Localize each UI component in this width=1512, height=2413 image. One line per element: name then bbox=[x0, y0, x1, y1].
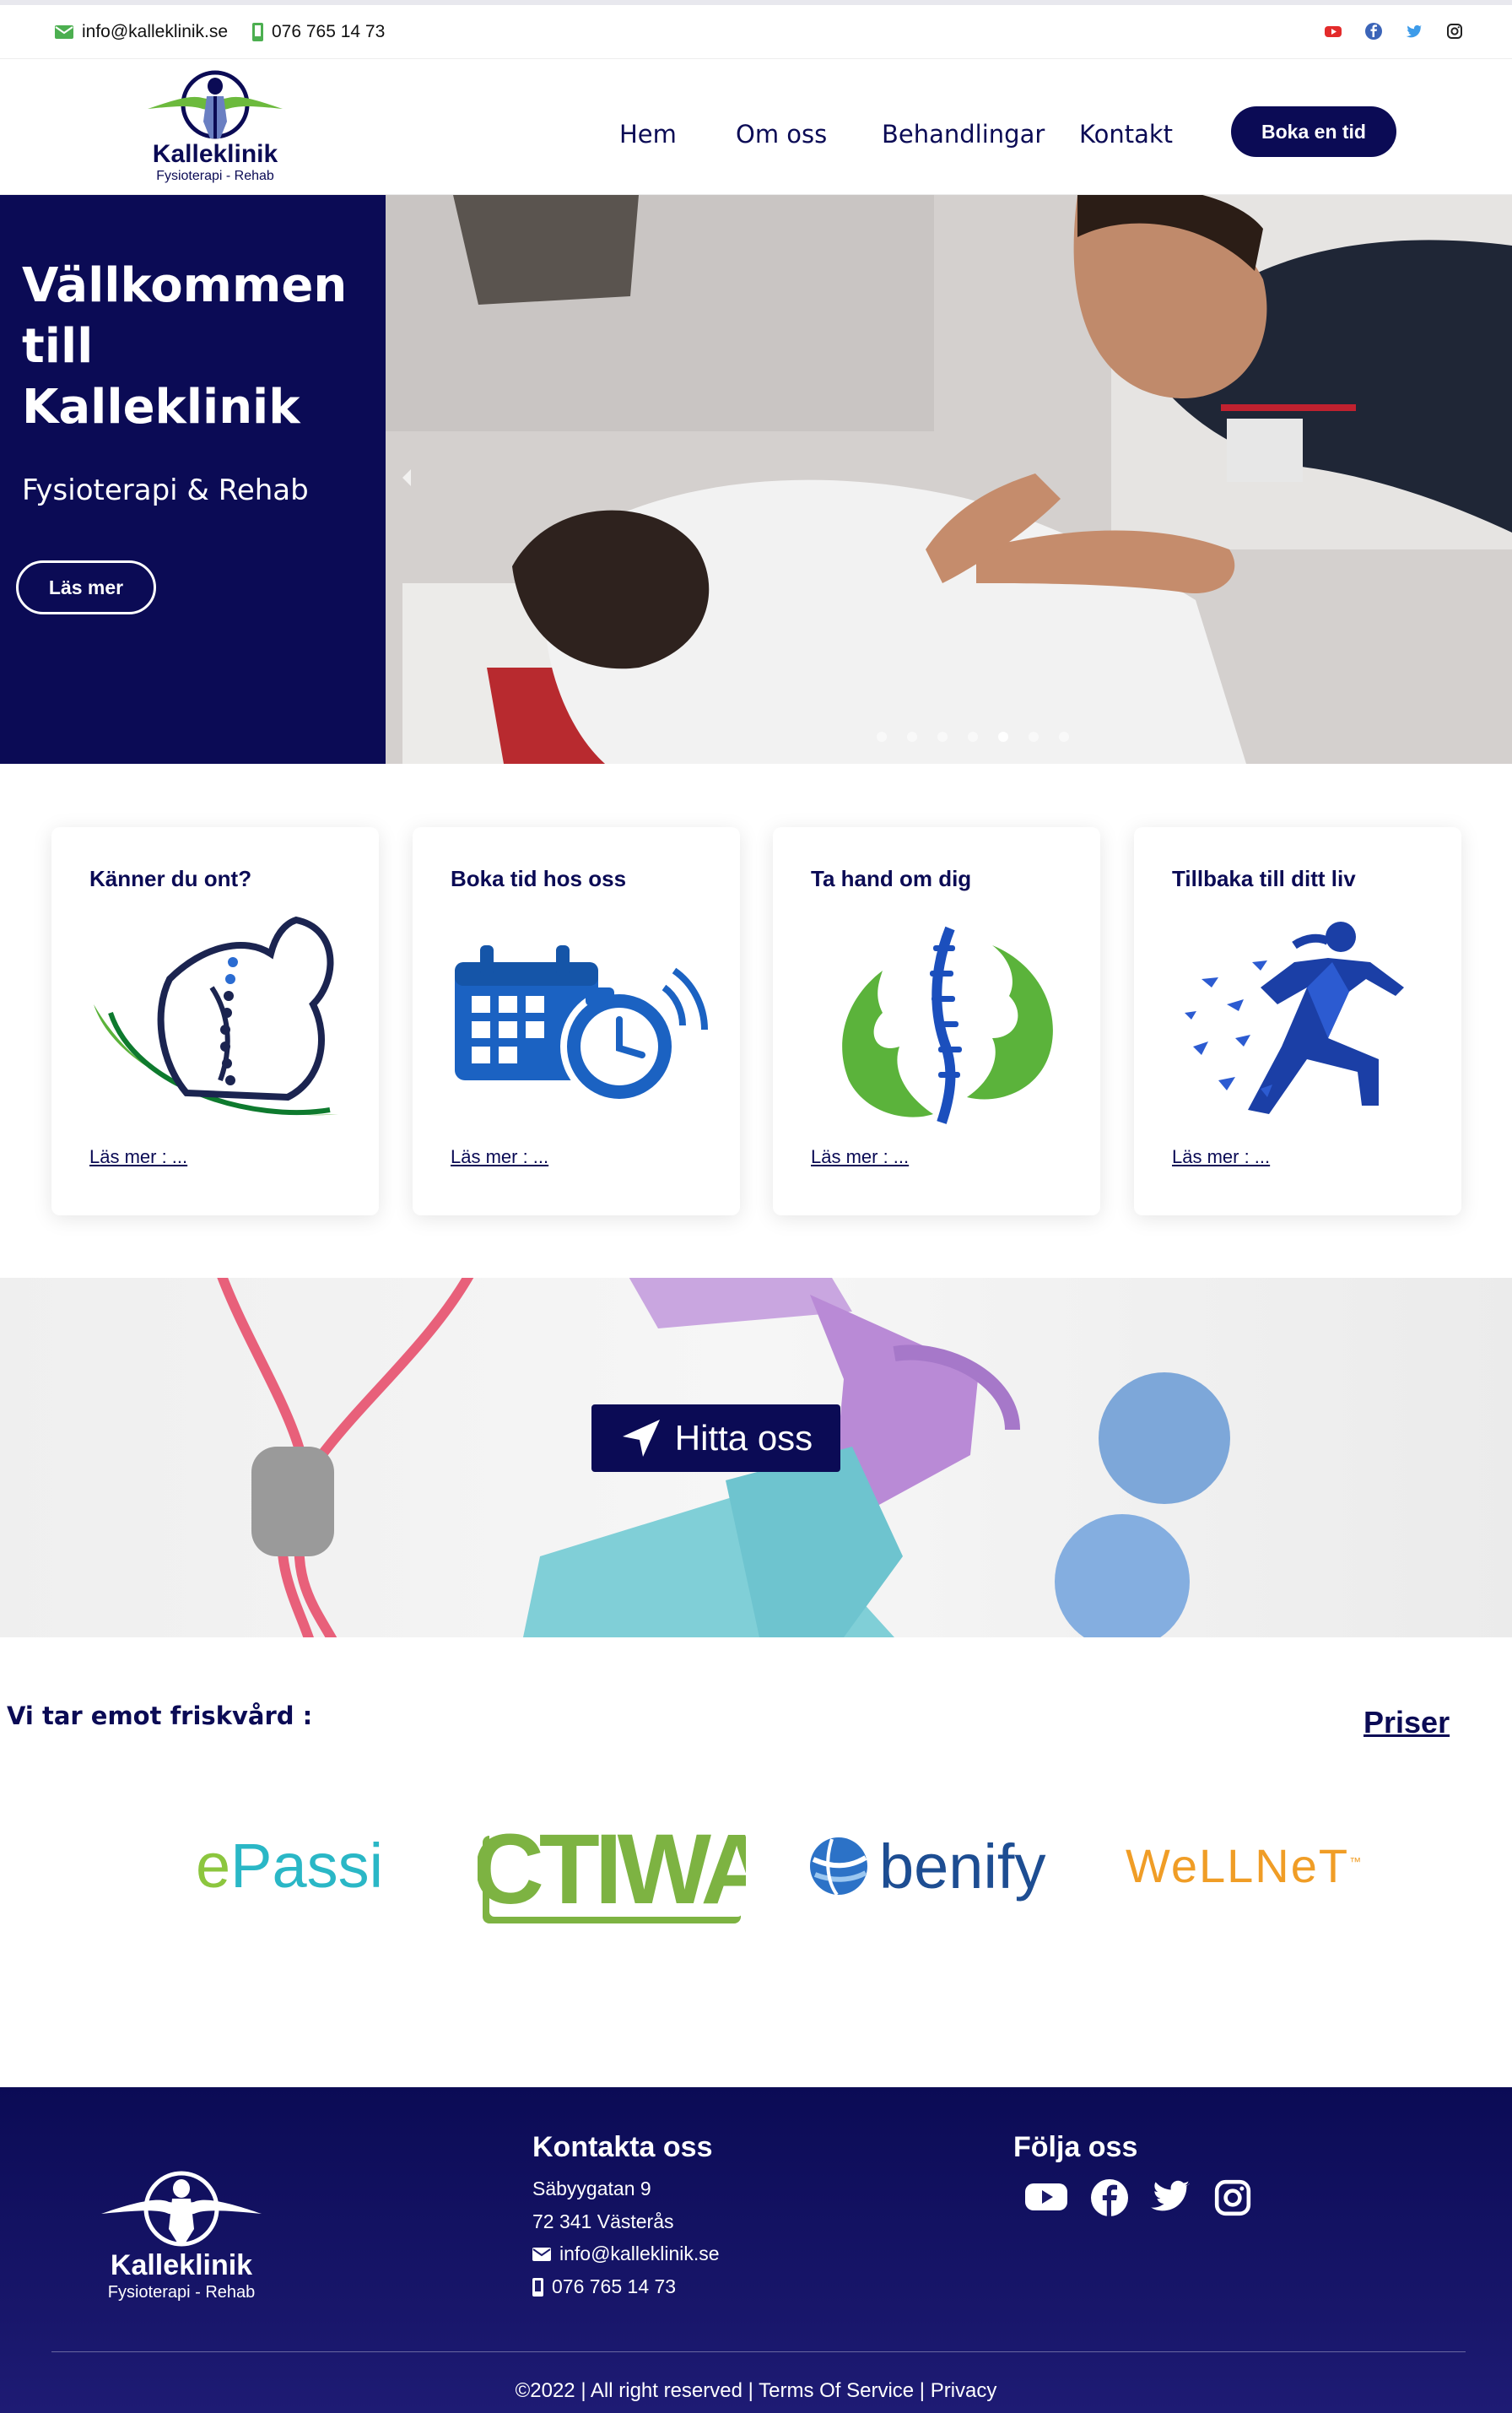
card-back-to-life[interactable]: Tillbaka till ditt liv Läs mer : ... bbox=[1134, 827, 1461, 1215]
hero-title: Vällkommen till Kalleklinik bbox=[22, 258, 348, 435]
instagram-icon[interactable] bbox=[1213, 2178, 1252, 2217]
footer-contact-heading: Kontakta oss bbox=[532, 2131, 713, 2163]
topbar-email[interactable]: info@kalleklinik.se bbox=[55, 22, 228, 42]
hands-spine-icon bbox=[842, 926, 1053, 1124]
footer-logo[interactable]: Kalleklinik Fysioterapi - Rehab bbox=[84, 2148, 278, 2317]
mobile-phone-icon bbox=[532, 2277, 543, 2297]
slider-dot[interactable] bbox=[877, 732, 887, 742]
logo-tagline: Fysioterapi - Rehab bbox=[156, 169, 274, 183]
slider-dot[interactable] bbox=[1059, 732, 1069, 742]
footer-logo-mark-icon bbox=[101, 2171, 262, 2247]
envelope-icon bbox=[55, 25, 73, 39]
hero-text-panel: Vällkommen till Kalleklinik Fysioterapi … bbox=[0, 195, 386, 764]
twitter-icon[interactable] bbox=[1405, 22, 1423, 41]
card-booking[interactable]: Boka tid hos oss Läs mer : ... bbox=[413, 827, 740, 1215]
youtube-icon[interactable] bbox=[1024, 2178, 1068, 2216]
location-arrow-icon bbox=[622, 1420, 660, 1457]
footer-separator: | bbox=[914, 2379, 931, 2402]
card-title: Ta hand om dig bbox=[811, 866, 972, 891]
footer-logo-text: Kalleklinik bbox=[110, 2249, 253, 2281]
find-us-button[interactable]: Hitta oss bbox=[591, 1404, 840, 1472]
find-us-banner: Hitta oss bbox=[0, 1278, 1512, 1637]
card-read-more-link[interactable]: Läs mer : ... bbox=[451, 1146, 548, 1168]
epassi-logo[interactable]: ePassi bbox=[196, 1830, 383, 1901]
nav-contact[interactable]: Kontakt bbox=[1079, 120, 1173, 149]
topbar-phone[interactable]: 076 765 14 73 bbox=[252, 22, 385, 42]
footer-phone-text: 076 765 14 73 bbox=[552, 2275, 677, 2297]
youtube-icon[interactable] bbox=[1324, 22, 1342, 41]
topbar-phone-text: 076 765 14 73 bbox=[272, 22, 386, 41]
facebook-icon[interactable] bbox=[1364, 22, 1383, 41]
footer-logo-tagline: Fysioterapi - Rehab bbox=[107, 2283, 256, 2302]
topbar-email-text: info@kalleklinik.se bbox=[82, 22, 229, 41]
hero-slider-image bbox=[386, 195, 1512, 764]
wellnet-logo[interactable]: WeLLNeT™ bbox=[1126, 1838, 1363, 1893]
envelope-icon bbox=[532, 2247, 551, 2261]
nav-about[interactable]: Om oss bbox=[736, 120, 827, 149]
slider-prev-arrow-icon[interactable] bbox=[401, 468, 413, 488]
footer-social-links bbox=[1024, 2178, 1252, 2217]
footer-copyright-bar: ©2022 | All right reserved | Terms Of Se… bbox=[0, 2379, 1512, 2403]
slider-dot[interactable] bbox=[1029, 732, 1039, 742]
actiway-logo[interactable]: ACTIWAY bbox=[405, 1810, 829, 1929]
twitter-icon[interactable] bbox=[1151, 2178, 1191, 2216]
terms-of-service-link[interactable]: Terms Of Service bbox=[759, 2379, 914, 2402]
book-appointment-button[interactable]: Boka en tid bbox=[1231, 106, 1396, 157]
footer-follow-heading: Följa oss bbox=[1013, 2131, 1138, 2163]
slider-dot[interactable] bbox=[937, 732, 948, 742]
svg-text:ACTIWAY: ACTIWAY bbox=[478, 1814, 746, 1925]
topbar-social-links bbox=[1324, 22, 1464, 41]
logo-text: Kalleklinik bbox=[152, 140, 278, 168]
card-read-more-link[interactable]: Läs mer : ... bbox=[1172, 1146, 1270, 1168]
card-title: Boka tid hos oss bbox=[451, 866, 627, 891]
instagram-icon[interactable] bbox=[1445, 22, 1464, 41]
footer-street: Säbyygatan 9 bbox=[532, 2178, 651, 2199]
prices-link[interactable]: Priser bbox=[1364, 1705, 1450, 1740]
actiway-logo-mark: ACTIWAY bbox=[405, 1814, 829, 1925]
card-self-care[interactable]: Ta hand om dig Läs mer : ... bbox=[773, 827, 1100, 1215]
card-read-more-link[interactable]: Läs mer : ... bbox=[89, 1146, 187, 1168]
facebook-icon[interactable] bbox=[1090, 2178, 1129, 2217]
main-header: Kalleklinik Fysioterapi - Rehab Hem Om o… bbox=[0, 59, 1512, 195]
calendar-clock-icon bbox=[455, 945, 708, 1106]
privacy-link[interactable]: Privacy bbox=[931, 2379, 997, 2402]
wellness-partners-title: Vi tar emot friskvård : bbox=[7, 1702, 313, 1730]
slider-dot[interactable] bbox=[907, 732, 917, 742]
spine-back-icon bbox=[94, 916, 338, 1116]
site-logo[interactable]: Kalleklinik Fysioterapi - Rehab bbox=[131, 62, 300, 189]
mobile-phone-icon bbox=[252, 23, 263, 41]
nav-home[interactable]: Hem bbox=[619, 120, 677, 149]
nav-treatments[interactable]: Behandlingar bbox=[882, 120, 1045, 149]
hero-subtitle: Fysioterapi & Rehab bbox=[22, 473, 309, 507]
slider-dot-active[interactable] bbox=[998, 732, 1008, 742]
top-contact-bar: info@kalleklinik.se 076 765 14 73 bbox=[0, 0, 1512, 59]
card-title: Tillbaka till ditt liv bbox=[1172, 866, 1356, 891]
runner-icon bbox=[1185, 922, 1404, 1114]
card-read-more-link[interactable]: Läs mer : ... bbox=[811, 1146, 909, 1168]
benify-logo[interactable]: benify bbox=[807, 1831, 1045, 1902]
footer-email-text: info@kalleklinik.se bbox=[559, 2243, 720, 2264]
card-pain[interactable]: Känner du ont? Läs mer : ... bbox=[51, 827, 379, 1215]
card-title: Känner du ont? bbox=[89, 866, 252, 891]
logo-mark-icon bbox=[148, 70, 283, 139]
hero-read-more-button[interactable]: Läs mer bbox=[16, 560, 156, 614]
footer-email[interactable]: info@kalleklinik.se bbox=[532, 2243, 720, 2265]
find-us-label: Hitta oss bbox=[674, 1418, 813, 1458]
site-footer: Kalleklinik Fysioterapi - Rehab Kontakta… bbox=[0, 2087, 1512, 2413]
copyright-text: ©2022 | All right reserved | bbox=[515, 2379, 759, 2402]
slider-dot[interactable] bbox=[968, 732, 978, 742]
footer-divider bbox=[51, 2351, 1466, 2352]
footer-city: 72 341 Västerås bbox=[532, 2210, 674, 2232]
footer-phone[interactable]: 076 765 14 73 bbox=[532, 2275, 676, 2298]
treatment-photo-illustration bbox=[386, 195, 1512, 764]
globe-icon bbox=[810, 1837, 867, 1896]
